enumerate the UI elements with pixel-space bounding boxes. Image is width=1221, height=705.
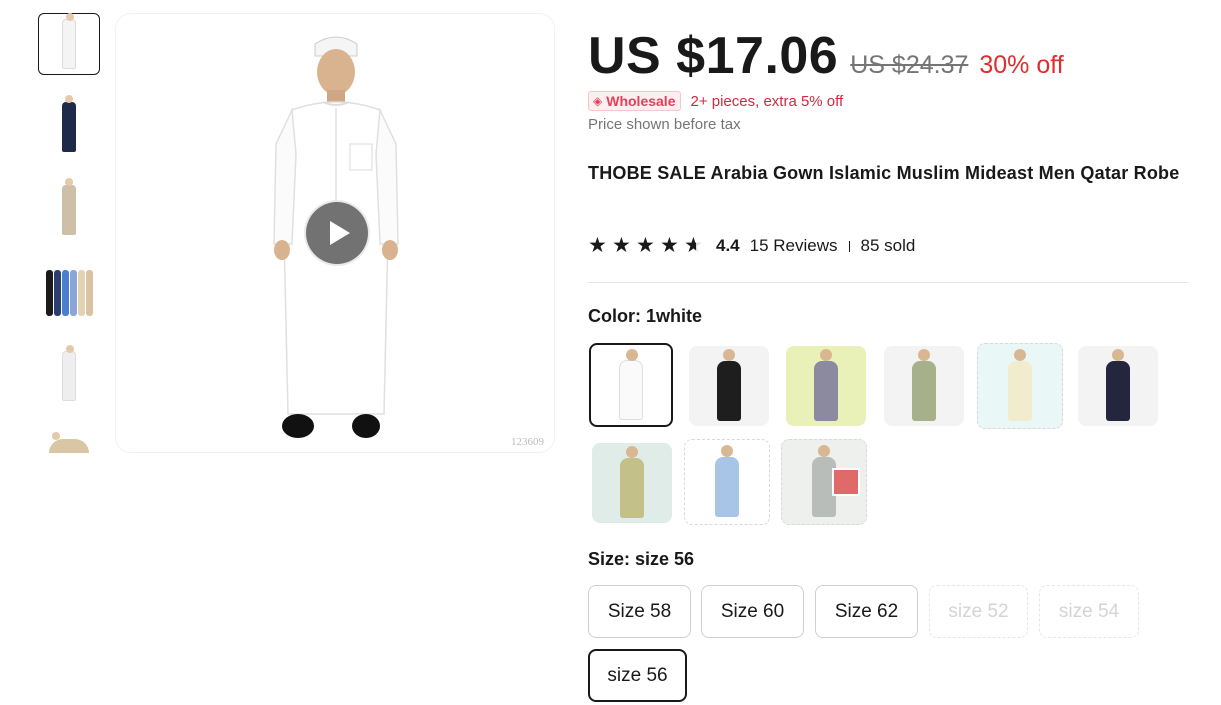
size-option-56[interactable]: size 56 [588,649,687,702]
wholesale-badge: ◈ Wholesale [588,91,682,111]
size-option-58[interactable]: Size 58 [588,585,691,638]
color-swatch-olive[interactable] [592,443,672,523]
color-swatch-grey-purple[interactable] [786,346,866,426]
multi-robe-thumbnail-image [45,270,93,316]
thumbnail-3[interactable] [38,262,100,324]
original-price: US $24.37 [850,51,969,79]
robe-swatch-image [717,349,741,421]
play-icon [329,221,350,245]
thumbnail-4[interactable] [38,345,100,407]
star-icon: ★ [612,234,631,257]
thumbnail-0[interactable] [38,13,100,75]
rating-score: 4.4 [716,236,740,255]
robe-swatch-image [912,349,936,421]
robe-thumbnail-image [62,345,76,401]
robe-swatch-image [1008,349,1032,421]
image-watermark: 123609 [511,436,544,448]
robe-swatch-image [619,349,643,420]
reviews-link[interactable]: 15 Reviews [750,236,838,256]
half-star-icon: ★ [684,234,708,258]
current-price: US $17.06 [588,27,839,85]
robe-thumbnail-image [62,178,76,235]
robe-thumbnail-image [49,432,89,453]
star-icon: ★ [636,234,655,257]
color-swatch-navy[interactable] [1078,346,1158,426]
color-swatch-white[interactable] [589,343,673,427]
star-rating: ★ ★ ★ ★ ★ [588,234,708,258]
robe-swatch-image [620,446,644,518]
color-swatch-light-blue[interactable] [684,439,770,525]
robe-swatch-image [1106,349,1130,421]
color-label: Color: 1white [588,306,703,326]
thumbnail-list[interactable] [38,13,100,453]
star-icon: ★ [660,234,679,257]
discount-percent: 30% off [979,51,1064,79]
rating-row: ★ ★ ★ ★ ★ 4.4 15 Reviews 85 sold [588,234,915,258]
thumbnail-5[interactable] [38,428,100,453]
thumbnail-2[interactable] [38,178,100,241]
color-swatch-sage[interactable] [884,346,964,426]
size-label: Size: size 56 [588,549,695,569]
main-product-image[interactable]: 123609 [115,13,555,453]
size-option-62[interactable]: Size 62 [815,585,918,638]
play-video-button[interactable] [304,200,370,266]
sold-count: 85 sold [860,236,916,255]
robe-thumbnail-image [62,13,76,69]
divider [848,240,850,252]
package-image [832,468,860,496]
tax-note: Price shown before tax [588,116,741,133]
robe-thumbnail-image [62,95,76,152]
wholesale-label: Wholesale [606,93,676,109]
color-swatch-black[interactable] [689,346,769,426]
robe-swatch-image [715,445,739,517]
section-divider [588,282,1188,283]
product-title: THOBE SALE Arabia Gown Islamic Muslim Mi… [588,163,1180,183]
thumbnail-1[interactable] [38,95,100,158]
wholesale-offer-text: 2+ pieces, extra 5% off [690,92,844,110]
size-option-60[interactable]: Size 60 [701,585,804,638]
robe-swatch-image [814,349,838,421]
size-option-52[interactable]: size 52 [929,585,1028,638]
color-swatch-grey[interactable] [781,439,867,525]
tag-icon: ◈ [593,94,603,108]
price-row: US $17.06 US $24.37 30% off [588,26,1064,86]
star-icon: ★ [588,234,607,257]
color-swatch-cream[interactable] [977,343,1063,429]
size-option-54[interactable]: size 54 [1039,585,1139,638]
wholesale-row: ◈ Wholesale 2+ pieces, extra 5% off [588,91,843,111]
